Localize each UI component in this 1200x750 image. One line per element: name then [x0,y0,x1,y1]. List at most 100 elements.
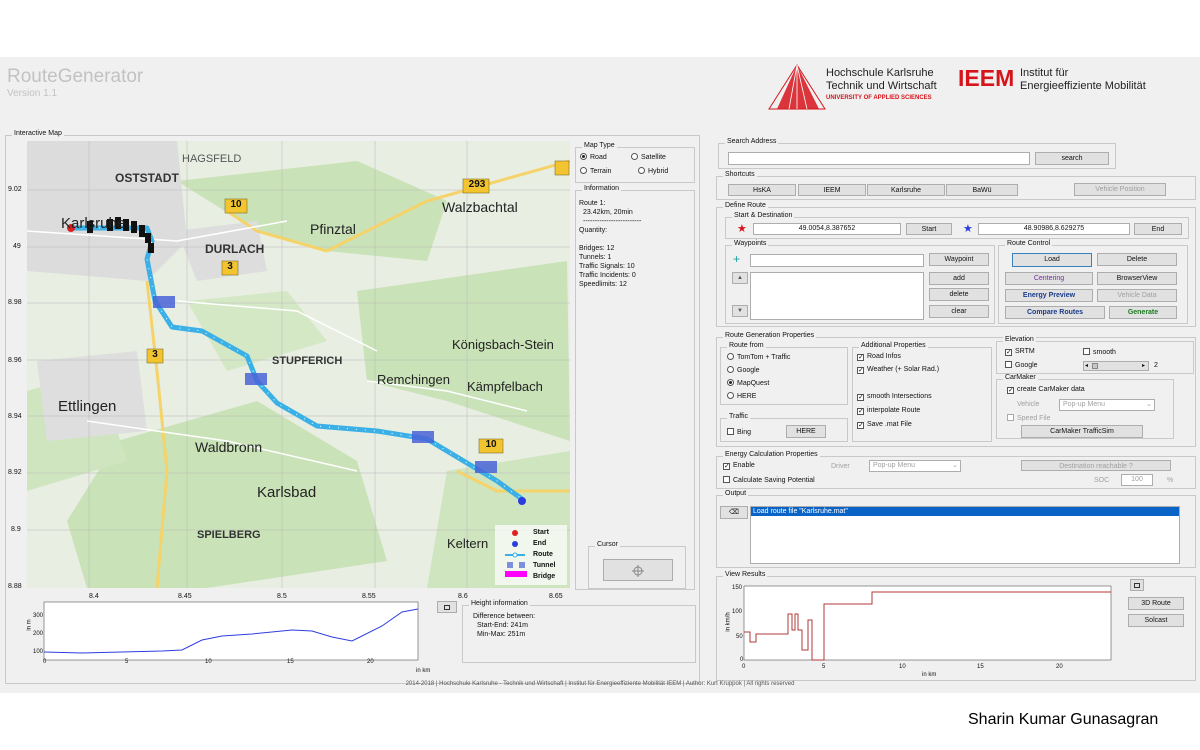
delete-waypoint-button[interactable]: delete [929,288,989,301]
saving-potential-checkbox[interactable]: Calculate Saving Potential [723,476,815,484]
driver-select[interactable]: Pop-up Menu ⌄ [869,460,961,472]
slider-thumb[interactable] [1092,363,1098,369]
road-infos-checkbox[interactable]: ✓ Road Infos [857,353,901,361]
energy-preview-button[interactable]: Energy Preview [1005,289,1093,302]
shortcut-hska-button[interactable]: HsKA [728,184,796,196]
results-expand-button[interactable] [1130,579,1144,591]
route-from-google[interactable]: Google [727,366,760,374]
checkbox-label: smooth [1093,349,1116,356]
srtm-checkbox[interactable]: ✓ SRTM [1005,348,1035,356]
enable-checkbox[interactable]: ✓ Enable [723,462,755,470]
height-y-tick: 200 [33,631,44,637]
route-from-mapquest[interactable]: MapQuest [727,379,769,387]
route-from-here[interactable]: HERE [727,392,756,400]
carmaker-trafficsim-button[interactable]: CarMaker TrafficSim [1021,425,1143,438]
map-type-hybrid[interactable]: Hybrid [638,167,668,175]
compare-routes-button[interactable]: Compare Routes [1005,306,1105,319]
google-elevation-checkbox[interactable]: Google [1005,361,1038,369]
map-type-satellite[interactable]: Satellite [631,153,666,161]
output-clear-button[interactable]: ⌫ [720,506,748,519]
interpolate-route-checkbox[interactable]: ✓ interpolate Route [857,407,920,415]
save-mat-checkbox[interactable]: ✓ Save .mat File [857,421,912,429]
generate-button[interactable]: Generate [1109,306,1177,319]
place-label: Karlsruhe [61,215,126,232]
radio-icon [727,379,734,386]
checkbox-icon: ✓ [857,367,864,374]
checkbox-label: SRTM [1015,348,1035,355]
start-destination-title: Start & Destination [732,212,795,219]
load-button[interactable]: Load [1012,253,1092,267]
search-title: Search Address [725,138,779,145]
height-info-line: Min-Max: 251m [477,631,526,638]
end-coordinates-field[interactable]: 48.90986,8.629275 [978,223,1130,235]
shortcut-karlsruhe-button[interactable]: Karlsruhe [867,184,945,196]
waypoints-list[interactable] [750,272,924,320]
checkbox-label: Weather (+ Solar Rad.) [867,366,940,373]
start-coordinates-field[interactable]: 49.0054,8.387652 [753,223,901,235]
start-button[interactable]: Start [906,223,952,235]
radio-icon [580,153,587,160]
output-panel: Output ⌫ Load route file "Karlsruhe.mat" [716,490,1196,568]
information-title: Information [582,185,622,192]
search-input[interactable] [728,152,1030,165]
checkbox-icon: ✓ [1005,349,1012,356]
checkbox-icon [1007,414,1014,421]
map-type-road[interactable]: Road [580,153,607,161]
shortcuts-title: Shortcuts [723,171,757,178]
weather-checkbox[interactable]: ✓ Weather (+ Solar Rad.) [857,366,939,374]
shortcut-ieem-button[interactable]: IEEM [798,184,866,196]
road-sign-number: 10 [485,439,497,450]
place-label: Waldbronn [195,439,263,455]
waypoints-panel: Waypoints + Waypoint ▲ ▼ add delete clea… [725,240,995,324]
radio-icon [727,366,734,373]
waypoint-input[interactable] [750,254,924,267]
soc-input[interactable]: 100 [1121,474,1153,486]
info-line [579,235,641,244]
smooth-intersections-checkbox[interactable]: ✓ smooth Intersections [857,393,932,401]
move-up-button[interactable]: ▲ [732,272,748,284]
height-expand-button[interactable] [437,601,457,613]
here-traffic-button[interactable]: HERE [786,425,826,438]
interactive-map[interactable]: HAGSFELD OSTSTADT Karlsruhe DURLACH Pfin… [27,141,570,588]
search-button[interactable]: search [1035,152,1109,165]
slider-left-arrow-icon[interactable]: ◂ [1085,362,1088,369]
smooth-value: 2 [1154,362,1158,369]
clear-button[interactable]: clear [929,305,989,318]
vehicle-data-button[interactable]: Vehicle Data [1097,289,1177,302]
centering-button[interactable]: Centering [1005,272,1093,285]
end-button[interactable]: End [1134,223,1182,235]
create-carmaker-checkbox[interactable]: ✓ create CarMaker data [1007,386,1085,394]
checkbox-icon: ✓ [1007,387,1014,394]
add-waypoint-icon[interactable]: + [733,252,740,266]
solcast-button[interactable]: Solcast [1128,614,1184,627]
radio-label: Hybrid [648,168,669,175]
vehicle-select[interactable]: Pop-up Menu ⌄ [1059,399,1155,411]
shortcut-bawu-button[interactable]: BaWü [946,184,1018,196]
waypoint-button[interactable]: Waypoint [929,253,989,266]
delete-route-button[interactable]: Delete [1097,253,1177,266]
app-window: RouteGenerator Version 1.1 Hochschule Ka… [0,57,1200,693]
route-from-tomtom[interactable]: TomTom + Traffic [727,353,790,361]
energy-title: Energy Calculation Properties [723,451,820,458]
place-label: OSTSTADT [115,171,179,185]
slider-right-arrow-icon[interactable]: ▸ [1142,362,1145,369]
app-version: Version 1.1 [7,88,58,99]
browserview-button[interactable]: BrowserView [1097,272,1177,285]
move-down-button[interactable]: ▼ [732,305,748,317]
cursor-button[interactable] [603,559,673,581]
hska-line3: UNIVERSITY OF APPLIED SCIENCES [826,95,932,101]
smooth-checkbox[interactable]: smooth [1083,348,1116,356]
energy-panel: Energy Calculation Properties ✓ Enable Ca… [716,451,1196,489]
output-log[interactable]: Load route file "Karlsruhe.mat" [750,506,1180,564]
vehicle-position-button[interactable]: Vehicle Position [1074,183,1166,196]
bing-checkbox[interactable]: Bing [727,428,751,436]
3d-route-button[interactable]: 3D Route [1128,597,1184,610]
map-type-terrain[interactable]: Terrain [580,167,611,175]
speed-file-checkbox[interactable]: Speed File [1007,414,1050,422]
destination-reachable-button[interactable]: Destination reachable ? [1021,460,1171,471]
info-line: Quantity: [579,227,608,234]
legend-bridge: Bridge [533,573,556,580]
add-button[interactable]: add [929,272,989,285]
smooth-slider[interactable]: ◂ ▸ [1083,361,1149,371]
output-log-entry[interactable]: Load route file "Karlsruhe.mat" [751,507,1179,516]
